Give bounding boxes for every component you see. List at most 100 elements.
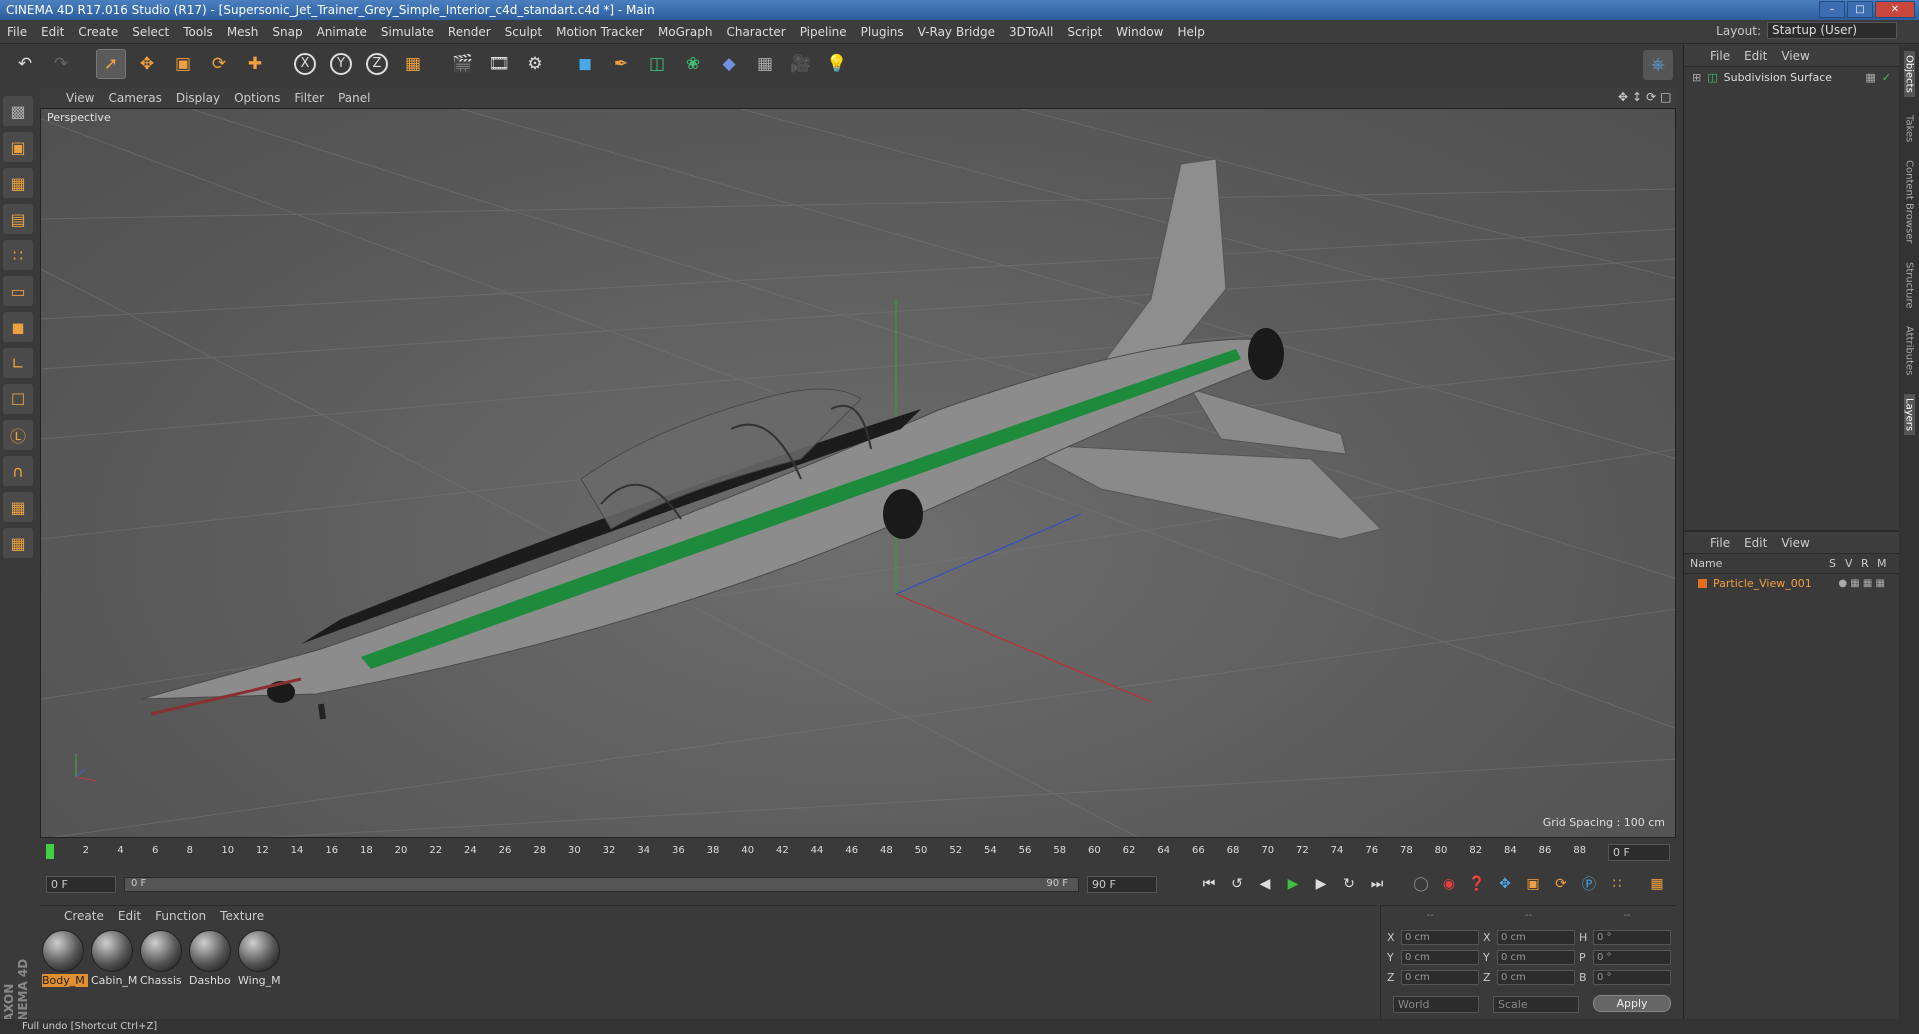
object-enabled-check-icon[interactable]: ✓ xyxy=(1882,71,1891,84)
coord-value-field[interactable]: 0 ° xyxy=(1593,929,1671,945)
tweak-mode-icon[interactable]: ☐ xyxy=(3,384,33,414)
menu-v-ray-bridge[interactable]: V-Ray Bridge xyxy=(911,25,1002,39)
menu-file[interactable]: File xyxy=(0,25,34,39)
menu-create[interactable]: Create xyxy=(71,25,125,39)
menu-pipeline[interactable]: Pipeline xyxy=(793,25,854,39)
menu-plugins[interactable]: Plugins xyxy=(854,25,911,39)
side-tab-objects[interactable]: Objects xyxy=(1903,51,1915,97)
coord-value-field[interactable]: 0 cm xyxy=(1497,949,1575,965)
axis-y-button[interactable]: Y xyxy=(326,49,356,79)
layermenu-file[interactable]: File xyxy=(1710,536,1730,550)
viewport-menu-view[interactable]: View xyxy=(66,91,94,105)
menu-edit[interactable]: Edit xyxy=(34,25,71,39)
coord-value-field[interactable]: 0 cm xyxy=(1497,969,1575,985)
menu-select[interactable]: Select xyxy=(125,25,176,39)
side-tab-attributes[interactable]: Attributes xyxy=(1904,326,1915,375)
render-settings-icon[interactable]: ⚙ xyxy=(520,49,550,79)
object-row[interactable]: ⊞ ◫ Subdivision Surface ▦ ✓ xyxy=(1684,67,1899,88)
menu-render[interactable]: Render xyxy=(441,25,498,39)
transform-tool-icon[interactable]: ✚ xyxy=(240,49,270,79)
next-key-icon[interactable]: ↻ xyxy=(1337,872,1361,896)
expand-icon[interactable]: ⊞ xyxy=(1692,71,1701,84)
magnet-icon[interactable]: ∩ xyxy=(3,456,33,486)
previous-key-icon[interactable]: ↺ xyxy=(1225,872,1249,896)
rotation-track-icon[interactable]: ⟳ xyxy=(1549,872,1573,896)
layer-toggle-icons[interactable]: ● ▦ ▦ ▦ xyxy=(1838,578,1885,589)
make-editable-icon[interactable]: ▩ xyxy=(3,96,33,126)
objmenu-file[interactable]: File xyxy=(1710,49,1730,63)
move-tool-icon[interactable]: ✥ xyxy=(132,49,162,79)
menu-tools[interactable]: Tools xyxy=(176,25,220,39)
go-to-end-icon[interactable]: ⏭ xyxy=(1365,872,1389,896)
menu-character[interactable]: Character xyxy=(719,25,792,39)
position-track-icon[interactable]: ✥ xyxy=(1493,872,1517,896)
axis-z-button[interactable]: Z xyxy=(362,49,392,79)
layer-row[interactable]: Particle_View_001 ● ▦ ▦ ▦ xyxy=(1684,574,1899,593)
viewport-menu-filter[interactable]: Filter xyxy=(294,91,324,105)
menu-simulate[interactable]: Simulate xyxy=(374,25,441,39)
redo-icon[interactable]: ↷ xyxy=(46,49,76,79)
axis-mode-icon[interactable]: ∟ xyxy=(3,348,33,378)
snap-icon[interactable]: Ⓛ xyxy=(3,420,33,450)
side-tab-content-browser[interactable]: Content Browser xyxy=(1904,160,1915,243)
viewport-menu-panel[interactable]: Panel xyxy=(338,91,370,105)
menu-script[interactable]: Script xyxy=(1060,25,1109,39)
material-swatch[interactable]: Body_M xyxy=(42,930,88,987)
coord-value-field[interactable]: 0 cm xyxy=(1401,949,1479,965)
viewport-nav-icons[interactable]: ✥↕⟳□ xyxy=(1618,90,1676,104)
coord-system-dropdown[interactable]: World xyxy=(1393,996,1479,1013)
frame-range-slider[interactable]: 0 F 90 F xyxy=(124,876,1079,892)
end-frame-field[interactable]: 90 F xyxy=(1087,875,1157,893)
undo-icon[interactable]: ↶ xyxy=(10,49,40,79)
model-mode-icon[interactable]: ▣ xyxy=(3,132,33,162)
cube-primitive-icon[interactable]: ◼ xyxy=(570,49,600,79)
next-frame-icon[interactable]: ▶ xyxy=(1309,872,1333,896)
subdivision-surface-icon[interactable]: ◫ xyxy=(642,49,672,79)
previous-frame-icon[interactable]: ◀ xyxy=(1253,872,1277,896)
layout-dropdown[interactable]: Startup (User) xyxy=(1767,22,1897,39)
coord-value-field[interactable]: 0 cm xyxy=(1401,969,1479,985)
deformer-icon[interactable]: ◆ xyxy=(714,49,744,79)
coord-value-field[interactable]: 0 ° xyxy=(1593,969,1671,985)
playhead[interactable] xyxy=(46,844,54,859)
menu-animate[interactable]: Animate xyxy=(310,25,374,39)
objmenu-view[interactable]: View xyxy=(1781,49,1809,63)
render-picture-viewer-icon[interactable]: 🎞 xyxy=(484,49,514,79)
mograph-cloner-icon[interactable]: ❀ xyxy=(678,49,708,79)
scale-tool-icon[interactable]: ▣ xyxy=(168,49,198,79)
viewport-menu-cameras[interactable]: Cameras xyxy=(108,91,161,105)
menu-mograph[interactable]: MoGraph xyxy=(651,25,720,39)
layermenu-view[interactable]: View xyxy=(1781,536,1809,550)
coordinate-system-icon[interactable]: ▦ xyxy=(398,49,428,79)
objmenu-edit[interactable]: Edit xyxy=(1744,49,1767,63)
layout-selector[interactable]: Layout: Startup (User) xyxy=(1716,22,1897,39)
viewport-menu-display[interactable]: Display xyxy=(176,91,220,105)
floor-icon[interactable]: ▦ xyxy=(750,49,780,79)
maximize-button[interactable]: □ xyxy=(1847,1,1873,18)
autokey-icon[interactable]: ◉ xyxy=(1437,872,1461,896)
render-view-icon[interactable]: 🎬 xyxy=(448,49,478,79)
material-swatch[interactable]: Cabin_M xyxy=(91,930,137,987)
apply-button[interactable]: Apply xyxy=(1593,995,1671,1012)
side-tab-layers[interactable]: Layers xyxy=(1903,393,1915,435)
menu-mesh[interactable]: Mesh xyxy=(220,25,266,39)
keyframe-selection-icon[interactable]: ❓ xyxy=(1465,872,1489,896)
close-button[interactable]: ✕ xyxy=(1875,1,1915,18)
menu-snap[interactable]: Snap xyxy=(265,25,309,39)
texture-mode-icon[interactable]: ▦ xyxy=(3,168,33,198)
go-to-start-icon[interactable]: ⏮ xyxy=(1197,872,1221,896)
scale-track-icon[interactable]: ▣ xyxy=(1521,872,1545,896)
polygons-mode-icon[interactable]: ◼ xyxy=(3,312,33,342)
coord-mode-dropdown[interactable]: Scale xyxy=(1493,996,1579,1013)
side-tab-structure[interactable]: Structure xyxy=(1904,262,1915,309)
python-icon[interactable]: ⎈ xyxy=(1643,50,1673,80)
perspective-viewport[interactable]: Perspective Grid Spacing: 100 cm xyxy=(40,108,1676,838)
point-level-track-icon[interactable]: ∷ xyxy=(1605,872,1629,896)
object-visibility-icon[interactable]: ▦ xyxy=(1865,71,1875,84)
material-swatch[interactable]: Wing_M xyxy=(238,930,282,987)
coord-value-field[interactable]: 0 cm xyxy=(1401,929,1479,945)
parameter-track-icon[interactable]: Ⓟ xyxy=(1577,872,1601,896)
current-frame-field[interactable]: 0 F xyxy=(1608,844,1670,861)
layermenu-edit[interactable]: Edit xyxy=(1744,536,1767,550)
side-tab-takes[interactable]: Takes xyxy=(1904,115,1915,142)
